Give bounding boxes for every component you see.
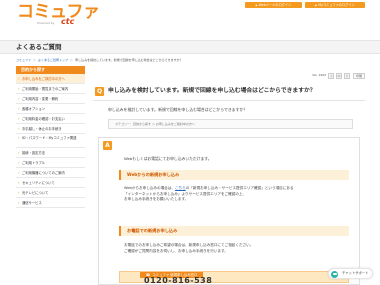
font-small-button[interactable]: 小	[328, 73, 335, 79]
sidebar: 目的から探す お申し込みをご検討中の方へ ご利用開始・閲覧までのご案内 ご利用内…	[16, 66, 85, 208]
sidebar-item-telecom[interactable]: 通信サービス	[16, 198, 85, 208]
answer-box: A Webもしくはお電話にてお申し込みいただけます。 Webからの新規お申し込み…	[98, 137, 360, 285]
article-toolbar: No. 1905 小 中 大 印刷	[313, 73, 365, 79]
chat-icon	[331, 270, 338, 278]
sidebar-item-start[interactable]: ご利用開始・閲覧までのご案内	[16, 84, 85, 94]
arrow-icon: ▶	[315, 4, 318, 7]
webmail-login-label: Webメールのログイン	[258, 3, 292, 7]
web-text-1: Webからお申し込みの場合は、	[124, 186, 175, 190]
sidebar-heading: 目的から探す	[16, 66, 85, 74]
breadcrumb: コミュファ＞よくあるご質問トップ＞申し込みを検討しています。新規で回線を申し込む…	[16, 58, 183, 62]
tel-instructions: お電話でのお申し込みご希望の場合は、新規申し込み窓口にてご相談ください。 ご確認…	[124, 243, 253, 254]
web-section-heading: Webからの新規お申し込み	[119, 170, 349, 180]
webmail-login-button[interactable]: ▶Webメールのログイン	[245, 2, 302, 8]
font-large-button[interactable]: 大	[344, 73, 351, 79]
mycommufa-login-label: Myコミュファのログイン	[318, 3, 355, 7]
web-apply-link[interactable]: こちら	[175, 186, 186, 190]
tel-text-1: お電話でのお申し込みご希望の場合は、新規申し込み窓口にてご相談ください。	[124, 243, 254, 247]
logo-text: コミュファ	[17, 2, 100, 22]
sidebar-item-id-password[interactable]: ID・パスワード・Myコミュファ関連	[16, 134, 85, 148]
sidebar-item-options[interactable]: 各種オプション	[16, 104, 85, 114]
site-header: コミュファ Powered by ctc ▶Webメールのログイン ▶Myコミュ…	[0, 0, 380, 30]
breadcrumb-home[interactable]: コミュファ	[16, 58, 31, 62]
tel-section-heading: お電話での新規お申し込み	[119, 226, 349, 236]
sidebar-item-security[interactable]: セキュリティについて	[16, 178, 85, 188]
question-header: Q 申し込みを検討しています。新規で回線を申し込む場合はどこからできますか？	[93, 85, 365, 99]
question-body: 申し込みを検討しています。新規で回線を申し込む場合はどこからできますか？	[108, 107, 248, 112]
breadcrumb-faq-top[interactable]: よくあるご質問トップ	[38, 58, 68, 62]
answer-badge: A	[103, 141, 112, 150]
title-band: よくあるご質問	[0, 40, 380, 54]
mycommufa-login-button[interactable]: ▶Myコミュファのログイン	[305, 2, 365, 8]
chat-support-label: チャットサポート	[342, 271, 369, 275]
sidebar-item-contract[interactable]: ご利用内容・変更・解約	[16, 94, 85, 104]
web-text-2: の「新規お申し込み・サービス提供エリア確認」という項目にある	[185, 186, 294, 190]
phone-number[interactable]: 0120-816-538	[144, 277, 212, 285]
logo-ctc: ctc	[61, 17, 75, 26]
call-center-box: ☎ コミュファ 新規申し込み窓口 0120-816-538	[119, 271, 349, 285]
page-title: よくあるご質問	[16, 43, 62, 51]
question-title: 申し込みを検討しています。新規で回線を申し込む場合はどこからできますか？	[108, 88, 316, 94]
chat-support-button[interactable]: チャットサポート	[328, 268, 373, 279]
sidebar-item-setup[interactable]: 接続・設定方法	[16, 148, 85, 158]
font-medium-button[interactable]: 中	[336, 73, 343, 79]
sidebar-item-billing[interactable]: ご利用料金の確認・お支払い	[16, 114, 85, 124]
sidebar-item-devices[interactable]: ご利用機器についてのご案内	[16, 168, 85, 178]
commufa-logo[interactable]: コミュファ Powered by ctc	[17, 2, 100, 27]
sidebar-item-tv[interactable]: 光テレビについて	[16, 188, 85, 198]
print-button[interactable]: 印刷	[352, 73, 365, 79]
divider	[93, 100, 365, 101]
sidebar-item-trouble[interactable]: ご利用トラブル	[16, 158, 85, 168]
sidebar-item-consider[interactable]: お申し込みをご検討中の方へ	[16, 74, 85, 84]
category-path: カテゴリー：目的から探す ＞ お申し込みをご検討中の方へ	[108, 119, 353, 129]
sidebar-item-moving[interactable]: お引越し・休止のお手続き	[16, 124, 85, 134]
web-instructions: Webからお申し込みの場合は、こちらの「新規お申し込み・サービス提供エリア確認」…	[124, 186, 294, 203]
answer-intro: Webもしくはお電話にてお申し込みいただけます。	[124, 156, 212, 161]
web-text-4: お申し込み手続きをお願いいたします。	[124, 197, 189, 202]
main-content: No. 1905 小 中 大 印刷 Q 申し込みを検討しています。新規で回線を申…	[93, 66, 365, 285]
article-number: No. 1905	[312, 73, 327, 77]
tel-text-2: ご確認がご質問内容をお伺いし、お申し込み手続きを行います。	[124, 248, 228, 253]
logo-powered-by: Powered by	[37, 21, 55, 25]
question-badge: Q	[95, 87, 104, 96]
arrow-icon: ▶	[255, 4, 258, 7]
breadcrumb-current: 申し込みを検討しています。新規で回線を申し込む場合はどこからできますか？	[75, 58, 183, 62]
